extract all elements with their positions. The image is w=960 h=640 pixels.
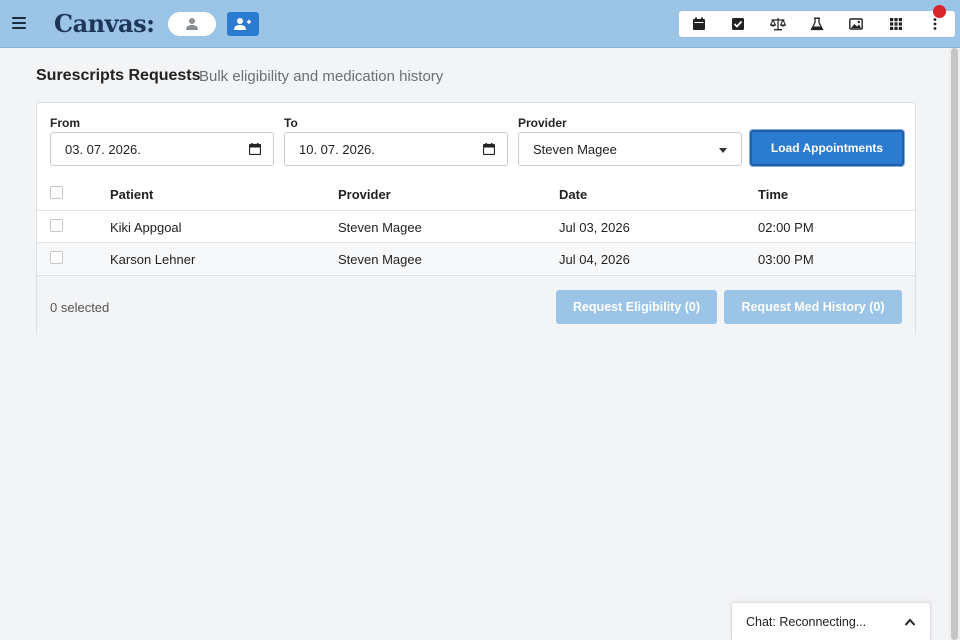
- scrollbar-thumb[interactable]: [951, 48, 958, 640]
- time-cell: 03:00 PM: [758, 252, 814, 267]
- load-appointments-button[interactable]: Load Appointments: [750, 130, 904, 166]
- row-checkbox[interactable]: [50, 219, 63, 232]
- provider-select[interactable]: Steven Magee: [518, 132, 742, 166]
- to-date-input[interactable]: 10. 07. 2026.: [284, 132, 508, 166]
- image-icon[interactable]: [837, 11, 876, 37]
- column-header-date: Date: [559, 187, 588, 202]
- from-date-input[interactable]: 03. 07. 2026.: [50, 132, 274, 166]
- add-patient-button[interactable]: [227, 12, 259, 36]
- toolbar-icons: [679, 11, 955, 37]
- to-label: To: [284, 116, 298, 130]
- top-navigation-bar: Canvas:: [0, 0, 960, 48]
- calendar-picker-icon[interactable]: [249, 143, 261, 155]
- table-row[interactable]: Kiki Appgoal Steven Magee Jul 03, 2026 0…: [37, 210, 915, 242]
- requests-card: From 03. 07. 2026. To 10. 07. 2026. Prov…: [36, 102, 916, 336]
- page-subtitle: Bulk eligibility and medication history: [199, 68, 444, 85]
- patient-search-button[interactable]: [168, 12, 216, 36]
- chat-widget[interactable]: Chat: Reconnecting...: [731, 602, 931, 640]
- from-label: From: [50, 116, 80, 130]
- menu-icon[interactable]: [12, 16, 26, 30]
- request-med-history-button[interactable]: Request Med History (0): [724, 290, 902, 324]
- calendar-picker-icon[interactable]: [483, 143, 495, 155]
- date-cell: Jul 03, 2026: [559, 220, 630, 235]
- flask-icon[interactable]: [797, 11, 836, 37]
- date-cell: Jul 04, 2026: [559, 252, 630, 267]
- column-header-provider: Provider: [338, 187, 391, 202]
- column-header-patient: Patient: [110, 187, 154, 202]
- add-user-icon: [234, 18, 251, 30]
- app-logo[interactable]: Canvas:: [54, 9, 155, 38]
- provider-select-value: Steven Magee: [533, 141, 617, 157]
- scales-icon[interactable]: [758, 11, 797, 37]
- page-title: Surescripts Requests: [36, 67, 201, 84]
- time-cell: 02:00 PM: [758, 220, 814, 235]
- select-all-checkbox[interactable]: [50, 186, 63, 199]
- user-icon: [186, 18, 198, 30]
- from-date-value: 03. 07. 2026.: [65, 141, 141, 157]
- selected-count: 0 selected: [50, 300, 110, 315]
- provider-label: Provider: [518, 116, 567, 130]
- checkbox-icon[interactable]: [718, 11, 757, 37]
- request-eligibility-button[interactable]: Request Eligibility (0): [556, 290, 717, 324]
- provider-cell: Steven Magee: [338, 252, 422, 267]
- patient-cell: Karson Lehner: [110, 252, 196, 267]
- provider-cell: Steven Magee: [338, 220, 422, 235]
- apps-grid-icon[interactable]: [876, 11, 915, 37]
- patient-cell: Kiki Appgoal: [110, 220, 182, 235]
- notification-badge: [933, 5, 946, 18]
- card-footer: 0 selected Request Eligibility (0) Reque…: [37, 275, 915, 336]
- chat-status: Chat: Reconnecting...: [746, 615, 867, 629]
- calendar-icon[interactable]: [679, 11, 718, 37]
- chevron-up-icon[interactable]: [904, 617, 916, 627]
- page-scrollbar[interactable]: [949, 48, 960, 640]
- row-checkbox[interactable]: [50, 251, 63, 264]
- chevron-down-icon: [719, 148, 727, 153]
- table-row[interactable]: Karson Lehner Steven Magee Jul 04, 2026 …: [37, 242, 915, 274]
- column-header-time: Time: [758, 187, 789, 202]
- to-date-value: 10. 07. 2026.: [299, 141, 375, 157]
